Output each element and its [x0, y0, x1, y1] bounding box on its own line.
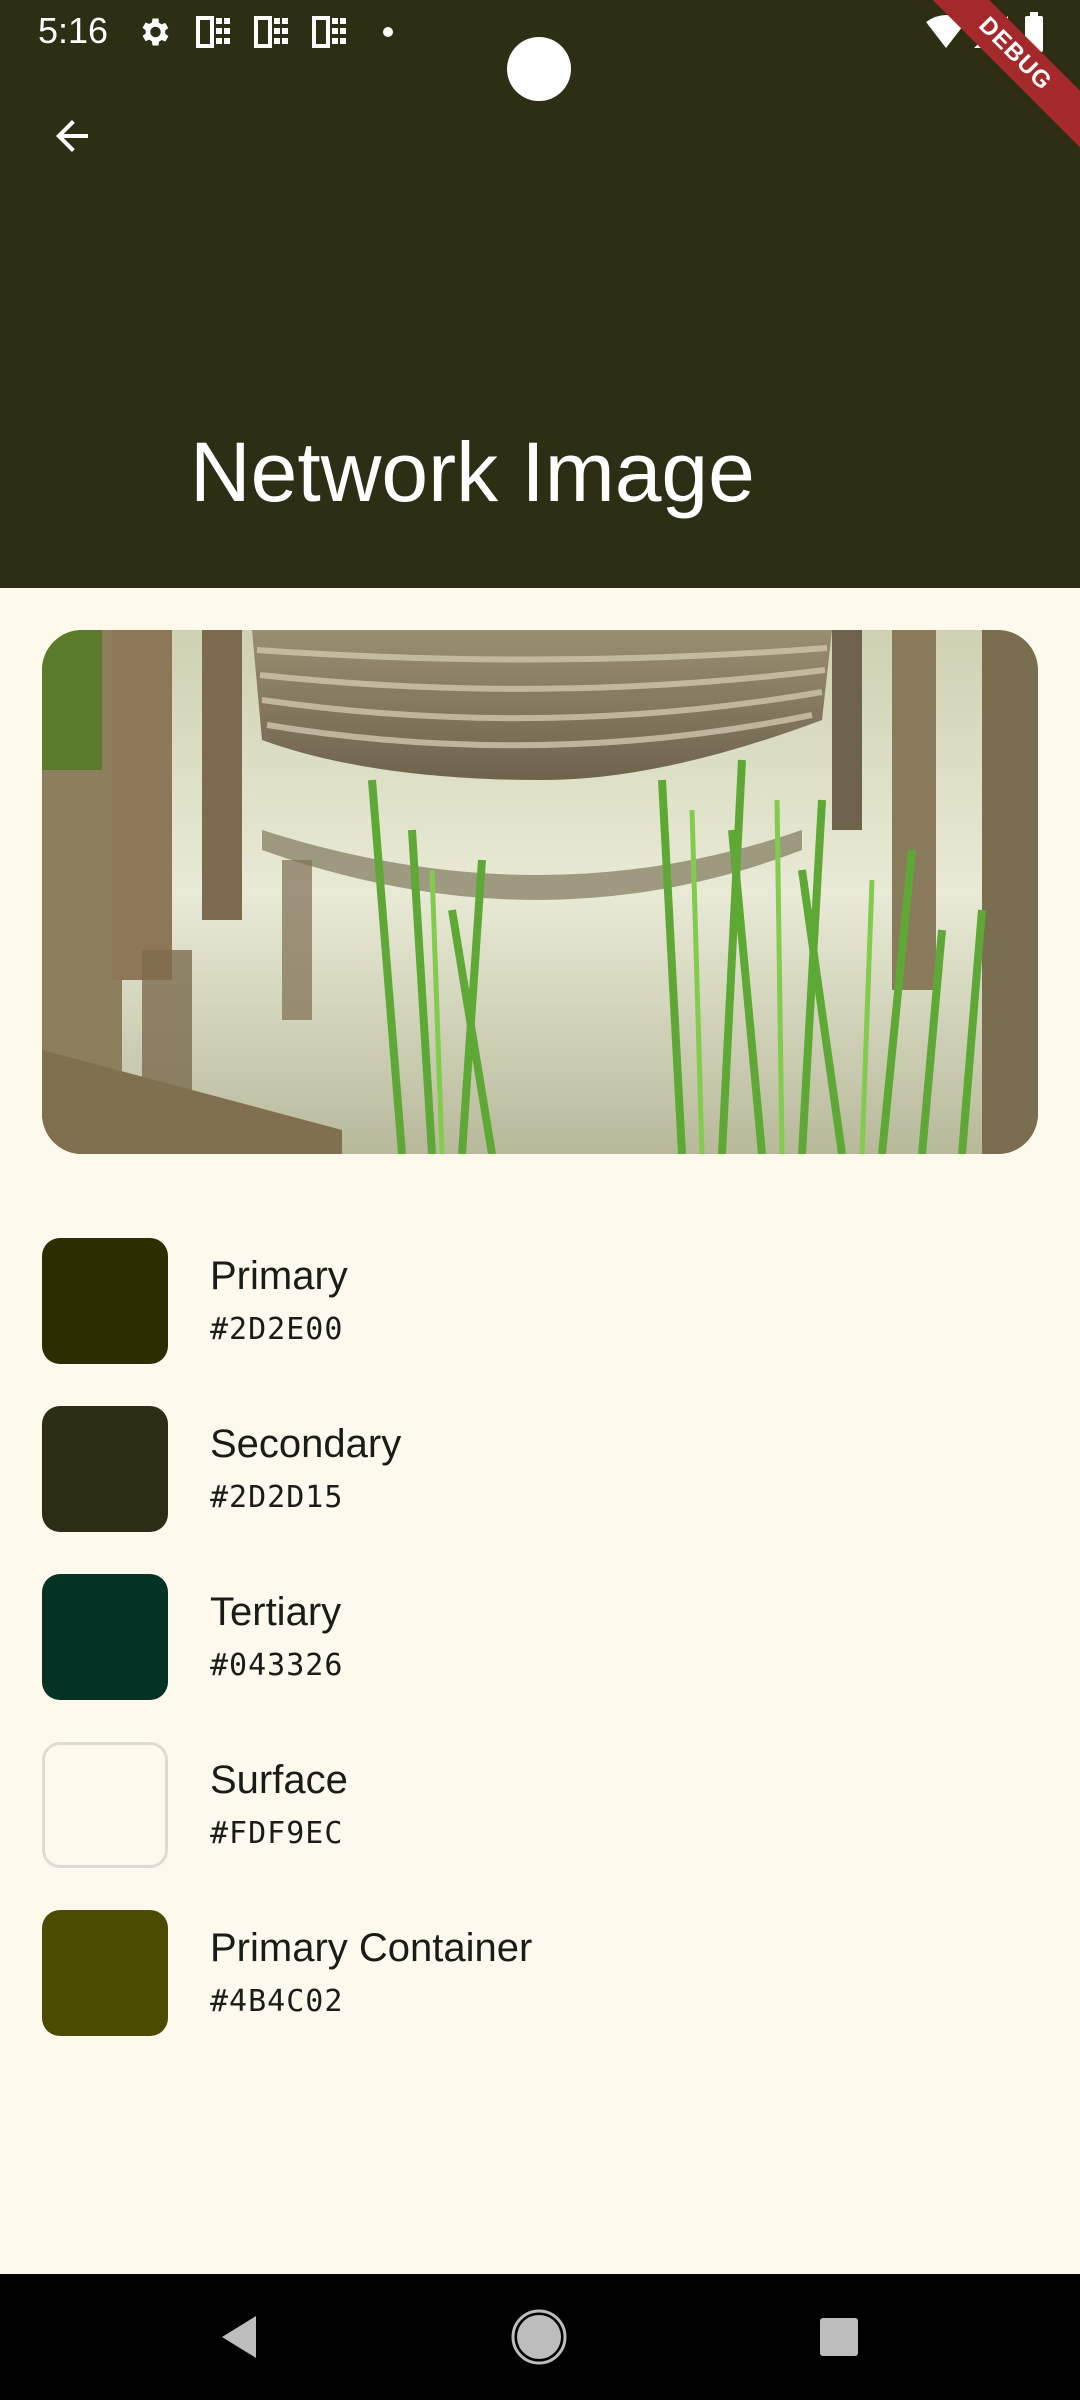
page-title: Network Image	[190, 425, 755, 519]
swatch-hex: #2D2D15	[210, 1480, 344, 1515]
color-swatch	[42, 1238, 168, 1364]
status-time: 5:16	[38, 10, 109, 51]
sim-card-icon	[312, 16, 346, 48]
list-item: Primary #2D2E00	[42, 1238, 1038, 1364]
list-item: Secondary #2D2D15	[42, 1406, 1038, 1532]
landscape-photo	[42, 630, 1038, 1154]
nav-back-button[interactable]	[206, 2304, 272, 2370]
nav-recents-button[interactable]	[806, 2304, 872, 2370]
color-swatch	[42, 1406, 168, 1532]
swatch-hex: #4B4C02	[210, 1984, 344, 2019]
app-bar: 5:16 DEBUG Network Image	[0, 0, 1080, 588]
swatch-label: Primary Container	[210, 1926, 533, 1970]
list-item: Primary Container #4B4C02	[42, 1910, 1038, 2036]
list-item: Tertiary #043326	[42, 1574, 1038, 1700]
color-swatch	[42, 1574, 168, 1700]
system-nav-bar	[0, 2274, 1080, 2400]
swatch-label: Surface	[210, 1758, 348, 1802]
color-swatch	[42, 1742, 168, 1868]
arrow-back-icon	[56, 120, 88, 152]
network-image	[42, 630, 1038, 1154]
sim-card-icon	[196, 16, 230, 48]
back-button[interactable]	[36, 100, 108, 172]
sim-card-icon	[254, 16, 288, 48]
swatch-label: Secondary	[210, 1422, 402, 1466]
color-swatch	[42, 1910, 168, 2036]
swatch-hex: #2D2E00	[210, 1312, 344, 1347]
home-circle-icon	[511, 2309, 567, 2365]
list-item: Surface #FDF9EC	[42, 1742, 1038, 1868]
status-bar: 5:16	[0, 0, 1080, 101]
swatch-hex: #043326	[210, 1648, 344, 1683]
camera-cutout	[507, 37, 571, 101]
swatch-label: Primary	[210, 1254, 348, 1298]
notification-dot-icon	[383, 27, 393, 37]
nav-home-button[interactable]	[506, 2304, 572, 2370]
swatch-label: Tertiary	[210, 1590, 342, 1634]
recents-square-icon	[820, 2318, 858, 2356]
settings-icon	[142, 18, 169, 46]
swatch-hex: #FDF9EC	[210, 1816, 344, 1851]
back-triangle-icon	[222, 2316, 256, 2358]
